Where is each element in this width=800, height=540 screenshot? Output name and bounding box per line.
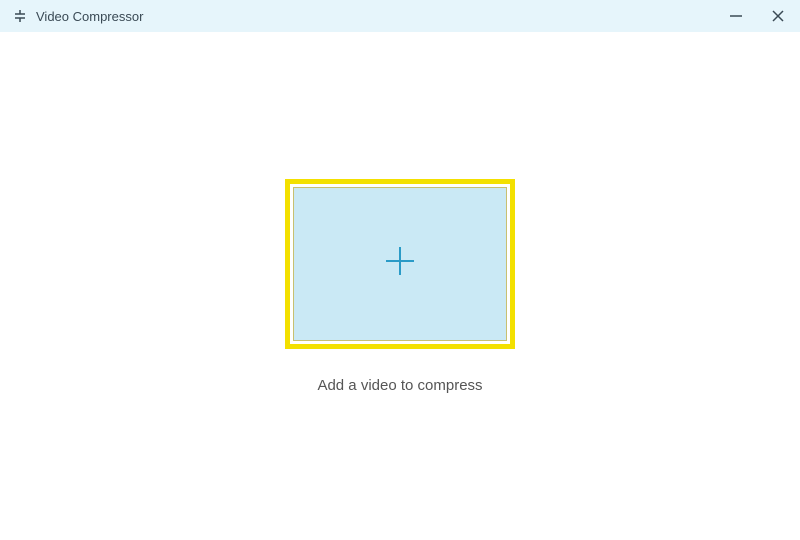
app-icon [12,8,28,24]
main-content: Add a video to compress [0,32,800,540]
minimize-button[interactable] [726,6,746,26]
titlebar: Video Compressor [0,0,800,32]
prompt-text: Add a video to compress [317,377,482,394]
titlebar-left: Video Compressor [12,8,143,24]
add-video-dropzone[interactable] [285,179,515,349]
window-title: Video Compressor [36,9,143,24]
plus-icon [380,241,420,286]
dropzone-inner [293,187,507,341]
close-button[interactable] [768,6,788,26]
window-controls [726,6,788,26]
